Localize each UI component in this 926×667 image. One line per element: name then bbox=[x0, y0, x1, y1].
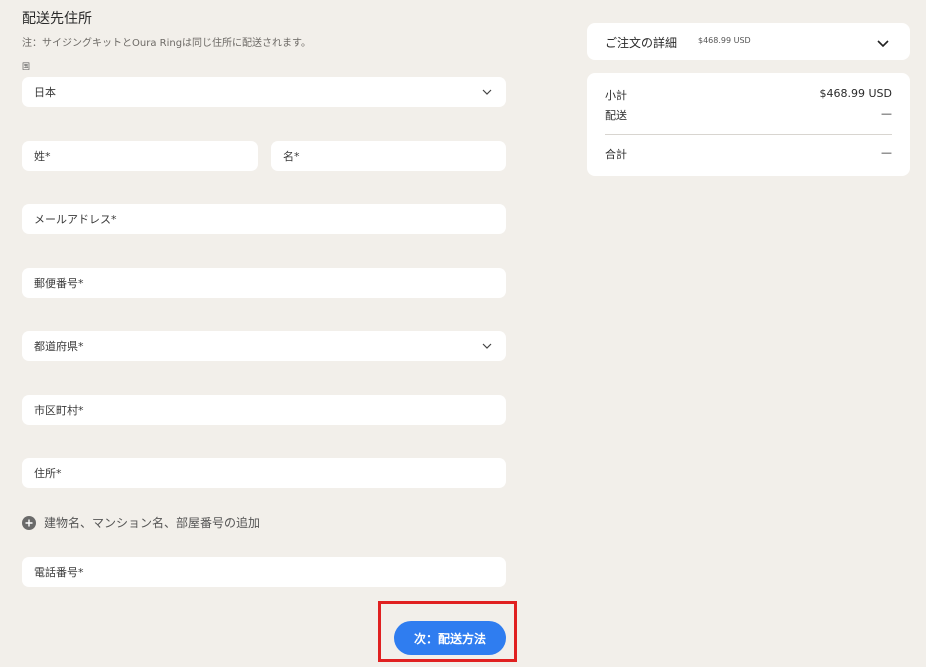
subtotal-row: 小計 $468.99 USD bbox=[605, 87, 892, 103]
shipping-cost-label: 配送 bbox=[605, 109, 627, 122]
first-name-field[interactable]: 名* bbox=[271, 141, 506, 171]
chevron-down-icon bbox=[876, 35, 890, 54]
last-name-placeholder: 姓* bbox=[34, 150, 51, 163]
add-building-link[interactable]: 建物名、マンション名、部屋番号の追加 bbox=[22, 514, 260, 531]
add-building-label: 建物名、マンション名、部屋番号の追加 bbox=[44, 516, 261, 530]
city-field[interactable]: 市区町村* bbox=[22, 395, 506, 425]
total-row: 合計 — bbox=[605, 146, 892, 162]
subtotal-label: 小計 bbox=[605, 89, 627, 102]
postal-code-field[interactable]: 郵便番号* bbox=[22, 268, 506, 298]
summary-divider bbox=[605, 134, 892, 135]
address-placeholder: 住所* bbox=[34, 467, 62, 480]
email-field[interactable]: メールアドレス* bbox=[22, 204, 506, 234]
order-details-toggle[interactable]: ご注文の詳細 $468.99 USD bbox=[587, 23, 910, 60]
postal-code-placeholder: 郵便番号* bbox=[34, 277, 84, 290]
page-title: 配送先住所 bbox=[22, 11, 92, 27]
country-value: 日本 bbox=[34, 86, 56, 99]
order-details-label: ご注文の詳細 bbox=[605, 36, 678, 50]
address-field[interactable]: 住所* bbox=[22, 458, 506, 488]
shipping-cost-row: 配送 — bbox=[605, 107, 892, 123]
order-details-amount: $468.99 USD bbox=[698, 36, 751, 45]
chevron-down-icon bbox=[480, 339, 494, 353]
email-placeholder: メールアドレス* bbox=[34, 213, 117, 226]
country-label: 国 bbox=[22, 62, 30, 71]
last-name-field[interactable]: 姓* bbox=[22, 141, 258, 171]
chevron-down-icon bbox=[480, 85, 494, 99]
total-value: — bbox=[881, 146, 892, 159]
shipping-note: 注：サイジングキットとOura Ringは同じ住所に配送されます。 bbox=[22, 38, 312, 49]
shipping-cost-value: — bbox=[881, 107, 892, 120]
plus-circle-icon bbox=[22, 515, 36, 530]
order-summary: 小計 $468.99 USD 配送 — 合計 — bbox=[587, 73, 910, 176]
next-shipping-method-button[interactable]: 次：配送方法 bbox=[394, 621, 506, 655]
prefecture-select[interactable]: 都道府県* bbox=[22, 331, 506, 361]
total-label: 合計 bbox=[605, 148, 627, 161]
prefecture-placeholder: 都道府県* bbox=[34, 340, 84, 353]
subtotal-value: $468.99 USD bbox=[819, 87, 893, 100]
phone-field[interactable]: 電話番号* bbox=[22, 557, 506, 587]
country-select[interactable]: 日本 bbox=[22, 77, 506, 107]
city-placeholder: 市区町村* bbox=[34, 404, 84, 417]
first-name-placeholder: 名* bbox=[283, 150, 300, 163]
phone-placeholder: 電話番号* bbox=[34, 566, 84, 579]
